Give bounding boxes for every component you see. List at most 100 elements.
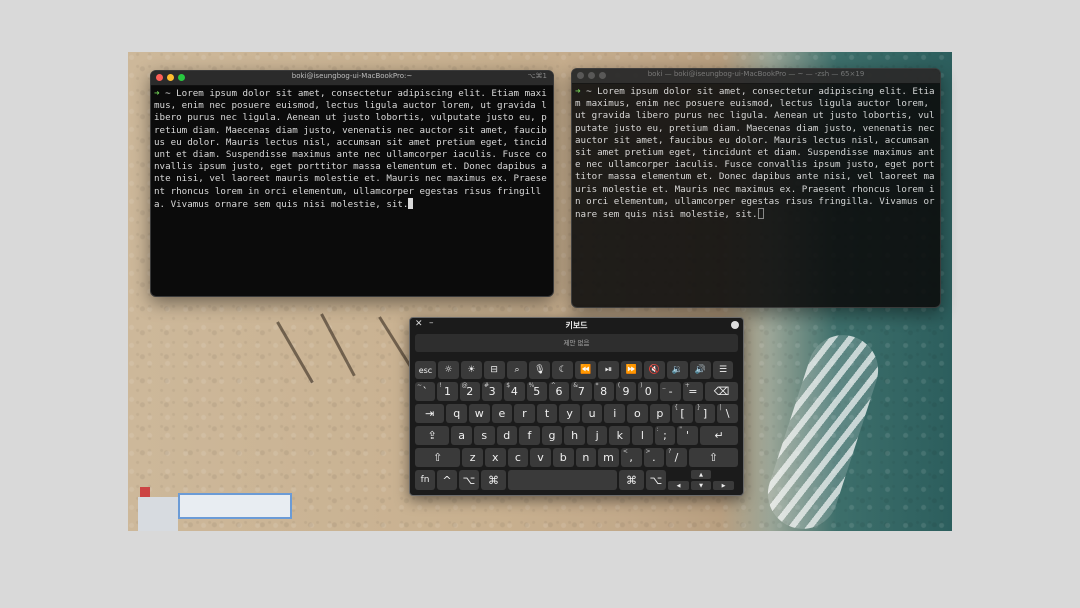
key-k[interactable]: k [609,426,631,445]
key-label: q [453,407,461,420]
key-3[interactable]: #3 [481,382,503,401]
terminal-output[interactable]: ➜ ~ Lorem ipsum dolor sit amet, consecte… [572,84,940,223]
key-option-left[interactable]: ⌥ [459,470,479,490]
function-key-10[interactable]: 🔇 [643,361,665,379]
key-label: ⇧ [433,451,443,464]
key-caps-lock[interactable]: ⇪ [415,426,450,445]
key-option-right[interactable]: ⌥ [646,470,666,490]
function-key-11[interactable]: 🔉 [666,361,688,379]
key-4[interactable]: $4 [504,382,525,401]
key-b[interactable]: b [552,448,574,467]
key-l[interactable]: l [632,426,653,445]
key-shift-left[interactable]: ⇧ [415,448,461,467]
keyboard-viewer[interactable]: ✕ – 키보드 제안 없음 esc ☼ ☀ ⊟ ⌕ 🎙 ☾ ⏪ ⏯ ⏩ 🔇 🔉 🔊 ☰ ~ `! 1 @2 #3 $… [409,317,744,496]
key-6[interactable]: ^ 6 [548,382,570,401]
key-label: 🎙 [534,365,546,375]
key-arrow-up[interactable]: ▲ [691,470,711,479]
key-esc[interactable]: esc [415,361,436,379]
key-tab[interactable]: ⇥ [415,404,445,423]
function-key-2[interactable]: ☀ [460,361,482,379]
keyboard-titlebar[interactable]: ✕ – 키보드 [410,318,743,332]
key-9[interactable]: (9 [615,382,637,401]
function-key-12[interactable]: 🔊 [689,361,711,379]
key-fn[interactable]: fn [415,470,435,490]
key-control[interactable]: ^ [437,470,457,490]
key-return[interactable]: ↵ [699,426,739,445]
key-g[interactable]: g [541,426,563,445]
function-key-1[interactable]: ☼ [437,361,459,379]
key-f[interactable]: f [519,426,540,445]
key-m[interactable]: m [598,448,619,467]
key-0[interactable]: ) 0 [638,382,659,401]
key-h[interactable]: h [564,426,585,445]
terminal-titlebar[interactable]: boki@iseungbog-ui-MacBookPro:~ ⌥⌘1 [151,71,553,86]
key-2[interactable]: @2 [459,382,480,401]
key-s[interactable]: s [473,426,495,445]
function-key-7[interactable]: ⏪ [575,361,597,379]
key-i[interactable]: i [604,404,626,423]
key-command-left[interactable]: ⌘ [481,470,506,490]
key-8[interactable]: * 8 [593,382,614,401]
key-,[interactable]: <, [620,448,642,467]
key-delete[interactable]: ⌫ [705,382,738,401]
shift-symbol: + [684,382,690,389]
key-d[interactable]: d [496,426,518,445]
key-7[interactable]: & 7 [571,382,592,401]
key-x[interactable]: x [484,448,506,467]
key-;[interactable]: :; [654,426,676,445]
key-[[interactable]: {[ [672,404,693,423]
terminal-titlebar[interactable]: boki — boki@iseungbog-ui-MacBookPro — ~ … [572,69,940,84]
key-w[interactable]: w [468,404,490,423]
key-c[interactable]: c [507,448,529,467]
function-key-3[interactable]: ⊟ [483,361,505,379]
key-y[interactable]: y [559,404,580,423]
key-o[interactable]: o [627,404,648,423]
function-key-8[interactable]: ⏯ [598,361,620,379]
key-q[interactable]: q [446,404,467,423]
function-key-9[interactable]: ⏩ [621,361,642,379]
key-/[interactable]: ? / [666,448,687,467]
key-label: fn [420,475,430,485]
tower-flag [140,487,150,497]
key-arrow-down[interactable]: ▼ [691,481,711,490]
key-label: ⌘ [488,473,499,487]
key-j[interactable]: j [586,426,608,445]
key-\[interactable]: | \ [717,404,738,423]
terminal-output[interactable]: ➜ ~ Lorem ipsum dolor sit amet, consecte… [151,86,553,213]
key-u[interactable]: u [581,404,603,423]
key-command-right[interactable]: ⌘ [619,470,644,490]
key-r[interactable]: r [514,404,535,423]
key-z[interactable]: z [462,448,483,467]
key-v[interactable]: v [530,448,551,467]
terminal-window-right[interactable]: boki — boki@iseungbog-ui-MacBookPro — ~ … [571,68,941,308]
bottom-key-row: ⇧ z x c v b n m <, >.? / ⇧ [415,448,738,467]
key-t[interactable]: t [536,404,558,423]
key-5[interactable]: % 5 [526,382,547,401]
key-1[interactable]: ! 1 [437,382,458,401]
key-label: g [548,429,556,442]
key-`[interactable]: ~ ` [415,382,436,401]
key-label: m [603,451,614,464]
key-n[interactable]: n [575,448,597,467]
options-icon[interactable] [731,321,739,329]
key-e[interactable]: e [491,404,513,423]
terminal-window-left[interactable]: boki@iseungbog-ui-MacBookPro:~ ⌥⌘1 ➜ ~ L… [150,70,554,297]
function-key-6[interactable]: ☾ [552,361,574,379]
key-arrow-left[interactable]: ◀ [668,481,689,490]
shift-symbol: { [674,404,679,411]
key-arrow-right[interactable]: ▶ [713,481,734,490]
function-key-13[interactable]: ☰ [712,361,734,379]
key-.[interactable]: >. [643,448,665,467]
key--[interactable]: _ - [660,382,681,401]
key-space[interactable] [508,470,617,490]
key-][interactable]: }] [694,404,716,423]
key-a[interactable]: a [451,426,472,445]
key-shift-right[interactable]: ⇧ [688,448,738,467]
key-'[interactable]: " ' [677,426,698,445]
function-key-4[interactable]: ⌕ [506,361,528,379]
function-key-5[interactable]: 🎙 [529,361,551,379]
key-label: 9 [622,385,630,398]
key-p[interactable]: p [649,404,671,423]
key-=[interactable]: + = [682,382,704,401]
shift-symbol: ~ [417,382,423,389]
